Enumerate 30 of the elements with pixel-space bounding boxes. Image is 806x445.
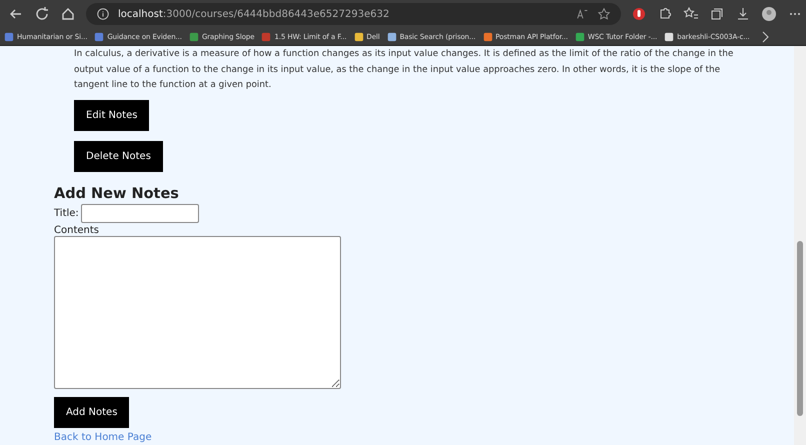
read-aloud-icon[interactable] [575,7,589,21]
info-icon[interactable] [96,7,110,21]
scrollbar-thumb[interactable] [797,241,803,416]
bookmark-icon [386,32,397,42]
refresh-icon[interactable] [34,6,50,22]
bookmark-icon [482,32,493,42]
back-link[interactable]: Back to Home Page [54,432,152,442]
address-bar[interactable]: localhost:3000/courses/6444bbd86443e6527293e632 [86,3,621,25]
contents-field[interactable] [54,236,341,388]
favorite-icon[interactable] [597,7,611,21]
bookmark-icon [261,32,272,42]
note-button[interactable]: Edit Notes [74,100,150,130]
contents-label: Contents [54,224,99,236]
avatar-icon[interactable] [761,6,777,22]
bookmark-icon [664,32,674,42]
bookmark-icon [354,32,364,42]
add-notes-button[interactable]: Add Notes [54,396,130,428]
note-text: In calculus, a derivative is a measure of how a function changes as its input value changes. It is defined as the limit of the ratio of the change in the output value of a function to the change in its input value, as the change in the input value approaches zero. In other words, it is the slope of the tangent line to the function at a given point. [74,48,734,92]
bookmark-icon [188,32,199,42]
collections-icon[interactable] [709,6,725,22]
bookmark-icon [574,32,585,42]
form-heading: Add New Notes [54,186,179,202]
title-label: Title: [54,208,79,218]
home-icon[interactable] [60,6,76,22]
note-button[interactable]: Delete Notes [74,140,163,172]
bookmark-icon [4,32,14,42]
extension-icon[interactable] [631,6,647,22]
title-field[interactable] [80,204,199,222]
download-icon[interactable] [735,6,751,22]
bookmark-icon [94,32,104,42]
